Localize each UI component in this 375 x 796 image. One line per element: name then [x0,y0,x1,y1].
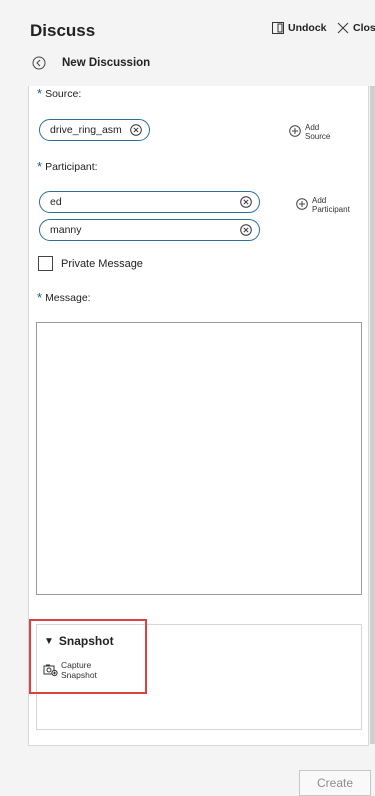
add-participant-line2: Participant [312,205,350,214]
add-participant-button[interactable]: Add Participant [296,196,350,214]
close-label: Close [353,22,375,34]
message-textarea[interactable] [36,322,362,595]
create-button[interactable]: Create [299,770,371,796]
participant-chip[interactable]: manny [39,219,260,241]
panel-title: Discuss [30,21,96,40]
participant-label: Participant: [45,161,98,173]
remove-participant-icon[interactable] [240,224,252,236]
circle-arrow-left-icon[interactable] [32,56,46,70]
undock-label: Undock [288,22,327,34]
required-star-icon: * [37,86,43,101]
add-source-line1: Add [305,123,320,132]
participant-chip-label: ed [50,196,62,208]
private-message-label: Private Message [61,257,143,270]
source-chip-label: drive_ring_asm [50,124,122,136]
add-source-line2: Source [305,132,331,141]
remove-source-icon[interactable] [130,124,142,136]
vertical-scrollbar[interactable] [370,86,375,744]
plus-circle-icon [296,198,308,210]
remove-participant-icon[interactable] [240,196,252,208]
add-participant-line1: Add [312,196,327,205]
participant-label-row: * Participant: [37,159,98,174]
source-label-row: * Source: [37,86,82,101]
source-chip[interactable]: drive_ring_asm [39,119,150,141]
close-button[interactable]: Close [337,22,375,34]
message-label: Message: [45,292,91,304]
participant-chip[interactable]: ed [39,191,260,213]
add-source-button[interactable]: Add Source [289,123,330,141]
plus-circle-icon [289,125,301,137]
source-label: Source: [45,88,82,100]
private-message-checkbox[interactable]: Private Message [38,256,143,271]
required-star-icon: * [37,159,43,174]
required-star-icon: * [37,290,43,305]
undock-icon [272,22,284,34]
message-label-row: * Message: [37,290,91,305]
snapshot-highlight-box [29,619,147,694]
close-icon [337,22,349,34]
checkbox-box[interactable] [38,256,53,271]
new-discussion-label: New Discussion [62,57,151,69]
participant-chip-label: manny [50,224,82,236]
back-row: New Discussion [32,56,150,70]
undock-button[interactable]: Undock [272,22,327,34]
